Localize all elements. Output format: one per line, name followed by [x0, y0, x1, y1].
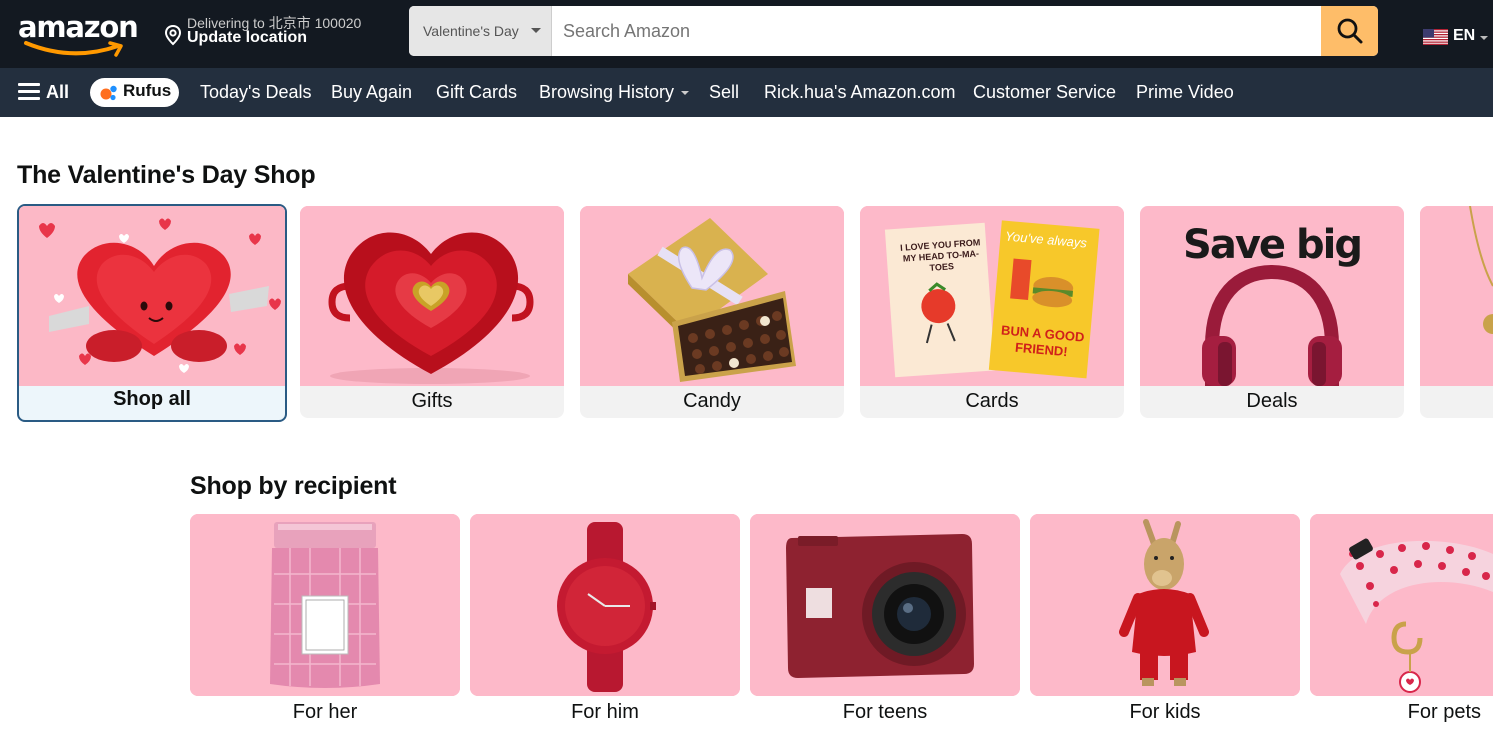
chocolate-box-image: [580, 206, 844, 386]
nav-customer-service[interactable]: Customer Service: [973, 79, 1116, 105]
nav-todays-deals[interactable]: Today's Deals: [200, 79, 312, 105]
delivery-location[interactable]: Delivering to 北京市 100020 Update location: [162, 10, 397, 54]
valentines-shop-title: The Valentine's Day Shop: [17, 161, 316, 189]
shop-all-image: [19, 206, 285, 386]
recipient-label[interactable]: For pets: [1310, 701, 1493, 724]
hamburger-menu-icon[interactable]: [18, 83, 40, 101]
search-bar: Valentine's Day: [409, 6, 1378, 56]
nav-browsing-history[interactable]: Browsing History: [539, 79, 690, 105]
category-card-label: Gifts: [411, 390, 453, 412]
amazon-logo[interactable]: amazon: [16, 8, 144, 60]
recipient-label[interactable]: For kids: [1030, 701, 1300, 724]
pet-collar-image: [1310, 514, 1493, 696]
nav-buy-again[interactable]: Buy Again: [331, 79, 412, 105]
watch-image: [470, 514, 740, 696]
recipient-card-for-her[interactable]: [190, 514, 460, 696]
heart-plush-image: [19, 206, 285, 386]
rufus-button[interactable]: Rufus: [90, 78, 179, 107]
chevron-down-icon: [1480, 36, 1488, 40]
rufus-icon: [100, 85, 117, 101]
nav-gift-cards[interactable]: Gift Cards: [436, 79, 517, 105]
card-left-text: I LOVE YOU FROM MY HEAD TO-MA-TOES: [899, 237, 981, 273]
category-card-label: Deals: [1246, 390, 1298, 412]
recipient-card-for-teens[interactable]: [750, 514, 1020, 696]
language-selector[interactable]: EN: [1421, 26, 1493, 48]
shop-by-recipient-title: Shop by recipient: [190, 472, 397, 500]
gifts-image: [300, 206, 564, 386]
necklace-image: [1420, 206, 1493, 386]
logo-smile-icon: [24, 41, 123, 57]
us-flag-icon: [1423, 29, 1448, 45]
category-card-label: Candy: [683, 390, 741, 412]
recipient-card-for-him[interactable]: [470, 514, 740, 696]
partial-card-image: [1420, 206, 1493, 386]
category-card-cards[interactable]: I LOVE YOU FROM MY HEAD TO-MA-TOES You'v…: [860, 206, 1124, 418]
category-card-shop-all[interactable]: Shop all: [17, 204, 287, 422]
nav-prime-video[interactable]: Prime Video: [1136, 79, 1234, 105]
all-menu-button[interactable]: All: [46, 79, 69, 105]
search-button[interactable]: [1321, 6, 1378, 56]
nav-browsing-history-label: Browsing History: [539, 82, 675, 102]
category-card-candy[interactable]: Candy: [580, 206, 844, 418]
language-code: EN: [1453, 27, 1476, 44]
deals-image: Save big: [1140, 206, 1404, 386]
recipient-label[interactable]: For him: [470, 701, 740, 724]
candle-jar-image: [190, 514, 460, 696]
category-card-label: Cards: [965, 390, 1019, 412]
headphones-image: [1202, 264, 1342, 386]
cards-image: I LOVE YOU FROM MY HEAD TO-MA-TOES You'v…: [860, 206, 1124, 386]
category-card-deals[interactable]: Save big Deals: [1140, 206, 1404, 418]
category-card-partial[interactable]: [1420, 206, 1493, 418]
recipient-label[interactable]: For teens: [750, 701, 1020, 724]
nav-sell[interactable]: Sell: [709, 79, 739, 105]
category-card-gifts[interactable]: Gifts: [300, 206, 564, 418]
camera-image: [750, 514, 1020, 696]
chevron-down-icon: [531, 28, 541, 33]
recipient-label[interactable]: For her: [190, 701, 460, 724]
heart-cocotte-image: [300, 206, 564, 386]
candy-image: [580, 206, 844, 386]
recipient-card-for-pets[interactable]: [1310, 514, 1493, 696]
update-location-label: Update location: [187, 29, 308, 46]
top-nav: amazon Delivering to 北京市 100020 Update l…: [0, 0, 1493, 68]
search-icon: [1337, 18, 1362, 44]
search-input[interactable]: [553, 6, 1321, 56]
sub-nav: All Rufus Today's Deals Buy Again Gift C…: [0, 68, 1493, 117]
nav-your-amazon[interactable]: Rick.hua's Amazon.com: [764, 79, 956, 105]
search-department-select[interactable]: Valentine's Day: [409, 6, 552, 56]
chevron-down-icon: [681, 91, 690, 96]
category-card-label: Shop all: [113, 388, 191, 410]
rufus-label: Rufus: [123, 81, 172, 100]
location-pin-icon: [164, 24, 182, 46]
llama-plush-image: [1030, 514, 1300, 696]
recipient-card-for-kids[interactable]: [1030, 514, 1300, 696]
search-department-label: Valentine's Day: [423, 23, 519, 39]
